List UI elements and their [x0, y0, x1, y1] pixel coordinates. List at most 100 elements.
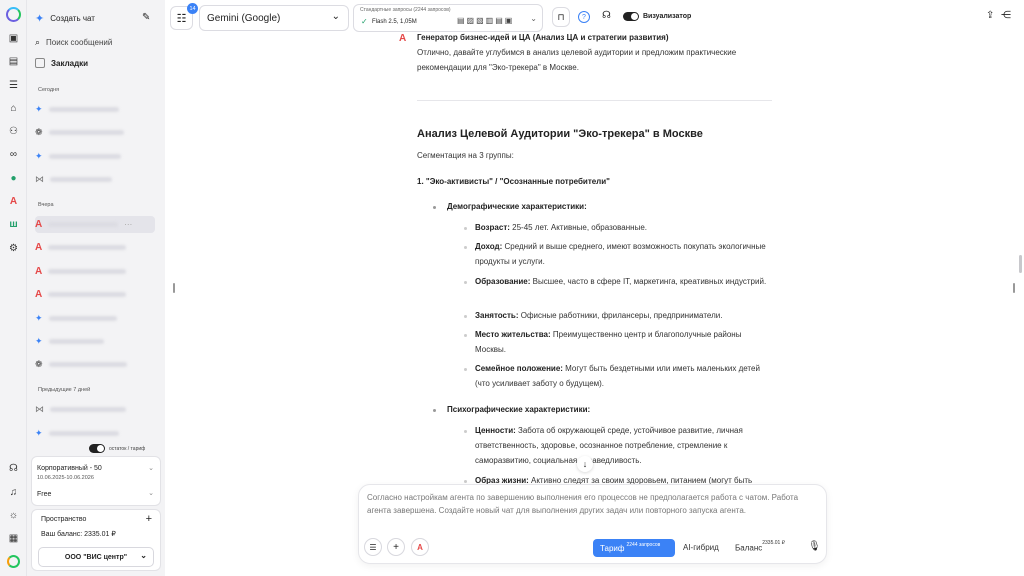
color-app-icon[interactable]: ● — [7, 172, 20, 185]
agent-button[interactable]: A — [411, 538, 429, 556]
infinity-icon[interactable]: ∞ — [7, 148, 20, 161]
bookmarks-item[interactable]: Закладки — [35, 58, 157, 68]
new-chat-button[interactable]: ✦ Создать чат — [35, 12, 157, 25]
composer: Согласно настройкам агента по завершению… — [358, 484, 827, 564]
list-icon[interactable]: ☰ — [7, 79, 20, 92]
bookmark-icon — [35, 58, 45, 68]
microphone-icon[interactable]: 🎙 — [808, 541, 821, 552]
remaining-switch[interactable] — [89, 444, 105, 453]
document-icon[interactable]: ▦ — [7, 532, 20, 545]
remaining-toggle[interactable]: остаток / тариф — [89, 444, 145, 453]
agent-a-icon[interactable]: A — [7, 195, 20, 208]
bell-icon[interactable]: ♫ — [7, 486, 20, 499]
chat-item[interactable]: ✦ — [35, 148, 155, 165]
section-yesterday: Вчера — [38, 202, 54, 208]
sidebar-resize-handle[interactable] — [173, 283, 175, 293]
new-chat-label: Создать чат — [50, 14, 95, 23]
chat-item[interactable]: ✦ — [35, 310, 155, 327]
visualizer-toggle[interactable]: Визуализатор — [623, 12, 691, 21]
bullet — [464, 430, 467, 433]
bullet — [433, 409, 436, 412]
chat-item[interactable]: ❁ — [35, 356, 155, 373]
demo-item: Семейное положение: Могут быть бездетным… — [475, 364, 760, 388]
segmentation-text: Сегментация на 3 группы: — [417, 151, 514, 160]
demo-item: Место жительства: Преимущественно центр … — [475, 330, 742, 354]
agent-name: Генератор бизнес-идей и ЦА (Анализ ЦА и … — [417, 33, 669, 42]
tariff-tab[interactable]: Тариф 2244 запросов — [593, 539, 675, 557]
help-icon[interactable]: ? — [578, 11, 590, 23]
model-name: Gemini (Google) — [207, 12, 281, 24]
demographics-heading: Демографические характеристики: — [447, 202, 587, 211]
chevron-down-icon: ⌄ — [140, 551, 147, 560]
chevron-down-icon: ⌄ — [331, 11, 340, 22]
chat-item[interactable]: A — [35, 239, 155, 256]
users-icon[interactable]: ⚇ — [7, 125, 20, 138]
headset-icon[interactable]: ☊ — [602, 10, 611, 21]
model-select[interactable]: Gemini (Google) ⌄ — [199, 5, 349, 31]
tariff-label: Тариф — [600, 543, 625, 553]
store-icon[interactable]: ⌂ — [7, 102, 20, 115]
settings-icon[interactable]: ⚙ — [7, 242, 20, 255]
balance-sup: 2335.01 ₽ — [762, 540, 785, 546]
edit-icon[interactable]: ✎ — [142, 12, 150, 23]
gemini-icon: ✦ — [35, 104, 43, 114]
composer-notice: Согласно настройкам агента по завершению… — [367, 493, 799, 515]
panel-resize-handle[interactable] — [1013, 283, 1015, 293]
share-icon[interactable]: ⋲ — [1001, 10, 1011, 21]
headset-icon[interactable]: ☊ — [7, 462, 20, 475]
book-icon[interactable]: ▤ — [7, 55, 20, 68]
perplexity-icon: ⋈ — [35, 174, 44, 184]
app-logo[interactable] — [6, 7, 21, 22]
chat-item[interactable]: ⋈ — [35, 171, 155, 188]
balance-tab[interactable]: Баланс2335.01 ₽ — [735, 540, 785, 553]
model-variant-select[interactable]: Стандартные запросы (2244 запросов) ✓ Fl… — [353, 4, 543, 32]
bullet — [464, 281, 467, 284]
chat-item[interactable]: A — [35, 286, 155, 303]
scroll-down-button[interactable]: ↓ — [577, 456, 593, 472]
chat-options-button[interactable]: ☰ — [364, 538, 382, 556]
sun-icon[interactable]: ☼ — [7, 509, 20, 522]
user-avatar[interactable] — [7, 555, 20, 568]
chevron-down-icon: ⌄ — [530, 14, 537, 23]
agent-icon: A — [35, 266, 43, 277]
org-name: ООО "ВИС центр" — [64, 553, 128, 561]
bullet — [464, 334, 467, 337]
ai-hybrid-tab[interactable]: AI-гибрид — [683, 543, 719, 552]
bookmark-button[interactable]: ⊓ — [552, 7, 570, 27]
openai-icon: ❁ — [35, 127, 43, 137]
chevron-down-icon[interactable]: ⌄ — [148, 464, 154, 472]
intro-text: Отлично, давайте углубимся в анализ целе… — [417, 48, 737, 72]
chat-item[interactable]: ⋈ — [35, 401, 155, 418]
chat-item[interactable]: A — [35, 263, 155, 280]
capability-icons: ▤▨▧▥▤▣ — [457, 16, 515, 25]
chat-item-active[interactable]: A ⋯ — [35, 216, 155, 233]
add-attachment-button[interactable]: + — [387, 538, 405, 556]
sparkle-icon: ✦ — [35, 13, 45, 25]
icon-rail: ▣ ▤ ☰ ⌂ ⚇ ∞ ● A ш ⚙ ☊ ♫ ☼ ▦ — [0, 0, 27, 576]
org-select[interactable]: ООО "ВИС центр" ⌄ — [38, 547, 154, 567]
add-space-button[interactable]: + — [146, 513, 152, 525]
share-upload-icon[interactable]: ⇪ — [986, 10, 994, 21]
chat-item[interactable]: ❁ — [35, 124, 155, 141]
bullet — [433, 206, 436, 209]
balance-text: Ваш баланс: 2335.01 ₽ — [41, 531, 116, 538]
plan-name: Корпоративный - 50 — [37, 465, 102, 472]
tariff-sup: 2244 запросов — [626, 542, 661, 548]
chat-item[interactable]: ✦ — [35, 101, 155, 118]
scrollbar-thumb[interactable] — [1019, 255, 1022, 273]
check-icon: ✓ — [361, 17, 368, 26]
chevron-down-icon[interactable]: ⌄ — [148, 489, 154, 497]
bullet — [464, 246, 467, 249]
sidebar: ✦ Создать чат ✎ ⌕ Поиск сообщений Заклад… — [27, 0, 165, 576]
agent-icon: A — [35, 289, 43, 300]
plan-card[interactable]: Корпоративный - 50 ⌄ 10.06.2025-10.06.20… — [31, 456, 161, 506]
chat-item[interactable]: ✦ — [35, 425, 155, 442]
w-app-icon[interactable]: ш — [7, 218, 20, 231]
plan-dates: 10.06.2025-10.06.2026 — [37, 475, 94, 481]
demo-item: Доход: Средний и выше среднего, имеют во… — [475, 242, 766, 266]
visualizer-switch[interactable] — [623, 12, 639, 21]
layout-icon[interactable]: ▣ — [7, 32, 20, 45]
more-icon[interactable]: ⋯ — [124, 220, 132, 229]
search-messages[interactable]: ⌕ Поиск сообщений — [35, 37, 157, 48]
chat-item[interactable]: ✦ — [35, 333, 155, 350]
